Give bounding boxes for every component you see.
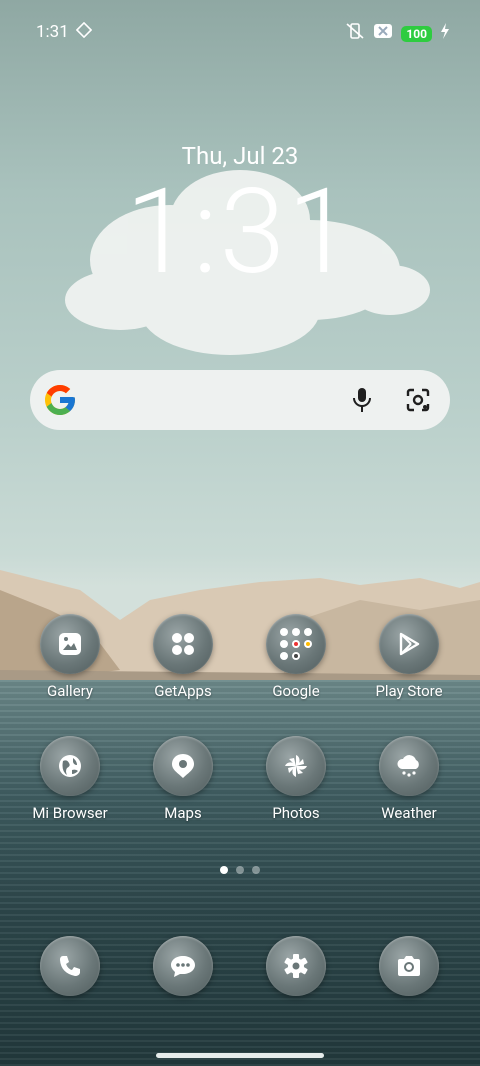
charging-icon <box>440 23 450 44</box>
app-label: Photos <box>272 804 320 822</box>
google-logo-icon <box>42 382 78 422</box>
google-search-bar[interactable] <box>30 370 450 430</box>
play-store-icon <box>379 614 439 674</box>
no-sim-icon <box>373 23 393 44</box>
app-label: GetApps <box>154 682 212 700</box>
app-label: Maps <box>164 804 202 822</box>
globe-icon <box>40 736 100 796</box>
app-maps[interactable]: Maps <box>128 736 238 822</box>
status-right: 100 <box>345 22 450 45</box>
status-bar: 1:31 100 <box>0 18 480 46</box>
app-google-folder[interactable]: Google <box>241 614 351 700</box>
phone-icon <box>40 936 100 996</box>
dock-phone[interactable] <box>15 936 125 996</box>
app-getapps[interactable]: GetApps <box>128 614 238 700</box>
lockscreen-clock: 1:31 <box>125 163 355 301</box>
diamond-icon <box>75 21 93 43</box>
app-label: Weather <box>381 804 437 822</box>
google-folder-icon <box>266 614 326 674</box>
app-label: Google <box>272 682 320 700</box>
dock-camera[interactable] <box>354 936 464 996</box>
app-label: Mi Browser <box>32 804 108 822</box>
gesture-navigation-bar[interactable] <box>156 1053 324 1058</box>
battery-level: 100 <box>401 25 432 42</box>
maps-icon <box>153 736 213 796</box>
status-time: 1:31 <box>36 22 69 42</box>
microphone-icon[interactable] <box>350 386 374 418</box>
app-weather[interactable]: Weather <box>354 736 464 822</box>
weather-icon <box>379 736 439 796</box>
app-label: Play Store <box>375 682 443 700</box>
google-lens-icon[interactable] <box>404 386 432 418</box>
photos-icon <box>266 736 326 796</box>
vibrate-off-icon <box>345 22 365 45</box>
messages-icon <box>153 936 213 996</box>
dock-messages[interactable] <box>128 936 238 996</box>
gallery-icon <box>40 614 100 674</box>
app-photos[interactable]: Photos <box>241 736 351 822</box>
settings-icon <box>266 936 326 996</box>
page-indicator <box>0 866 480 874</box>
app-play-store[interactable]: Play Store <box>354 614 464 700</box>
page-dot <box>236 866 244 874</box>
dock-settings[interactable] <box>241 936 351 996</box>
page-dot-active <box>220 866 228 874</box>
app-gallery[interactable]: Gallery <box>15 614 125 700</box>
camera-icon <box>379 936 439 996</box>
app-mi-browser[interactable]: Mi Browser <box>15 736 125 822</box>
page-dot <box>252 866 260 874</box>
app-label: Gallery <box>47 682 93 700</box>
getapps-icon <box>153 614 213 674</box>
